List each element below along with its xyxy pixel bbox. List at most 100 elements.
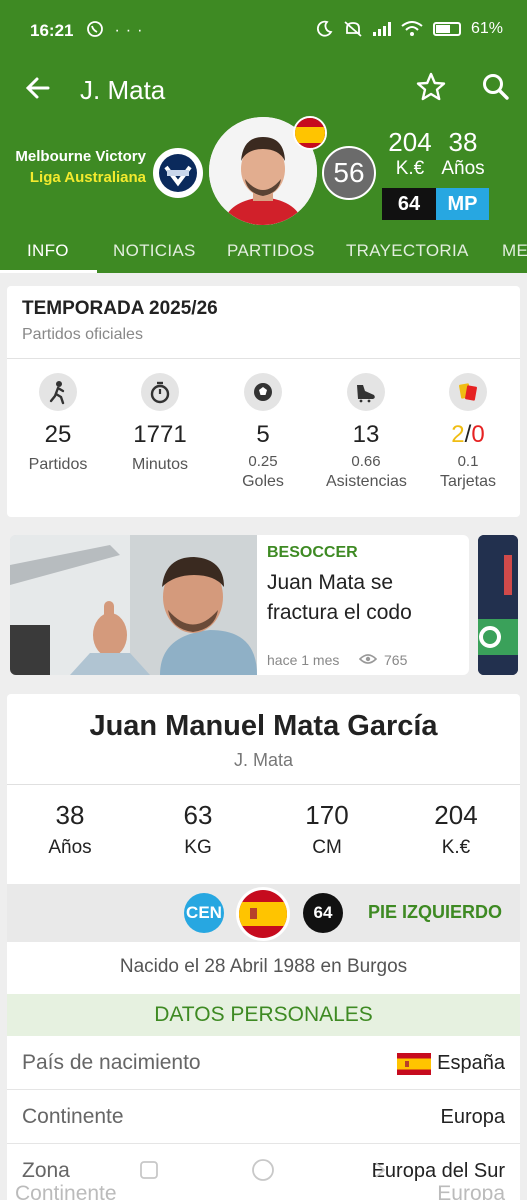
- profile-stat-weight: 63 KG: [143, 800, 253, 859]
- star-icon[interactable]: [415, 71, 447, 103]
- birth-info: Nacido el 28 Abril 1988 en Burgos: [119, 956, 408, 977]
- mute-icon: [344, 21, 362, 37]
- nationality-flag: [293, 116, 327, 150]
- battery-icon: [432, 22, 461, 36]
- profile-stat-value: 204 K.€: [401, 800, 511, 859]
- tab-noticias[interactable]: NOTICIAS: [113, 241, 196, 261]
- section-header-personal: DATOS PERSONALES: [7, 994, 520, 1036]
- row-key: Continente: [22, 1105, 124, 1128]
- next-news-image: [478, 535, 518, 675]
- system-icons: 61%: [315, 20, 503, 38]
- toolbar: J. Mata: [0, 62, 527, 118]
- club-name[interactable]: Melbourne Victory: [14, 148, 146, 165]
- boot-icon: [347, 373, 385, 411]
- news-photo: [10, 535, 257, 675]
- whatsapp-icon: [87, 21, 103, 37]
- news-views: 765: [384, 652, 408, 668]
- stat-goles: 5 0.25 Goles: [223, 373, 303, 494]
- season-subtitle: Partidos oficiales: [22, 326, 143, 343]
- divider: [7, 358, 520, 359]
- stat-average: 0.66: [351, 453, 381, 470]
- stat-value: 204: [434, 800, 478, 830]
- row-key: País de nacimiento: [22, 1051, 201, 1074]
- signal-icon: [372, 22, 391, 36]
- battery-level: 61%: [470, 20, 503, 37]
- red-cards: 0: [471, 421, 485, 448]
- nationality-flag: [236, 887, 290, 941]
- player-header: 16:21 ··· 61% J. Mata Melbourne Victory …: [0, 0, 527, 273]
- news-source: BESOCCER: [267, 544, 358, 561]
- season-title: TEMPORADA 2025/26: [22, 298, 218, 319]
- tab-info[interactable]: INFO: [27, 241, 69, 261]
- rating-badge: 56: [322, 146, 376, 200]
- divider: [7, 784, 520, 785]
- stat-value: 25: [44, 421, 72, 448]
- stopwatch-icon: [141, 373, 179, 411]
- stat-label: Años: [48, 837, 92, 858]
- status-time: 16:21: [30, 21, 74, 40]
- value-number: 204: [388, 127, 432, 157]
- full-name: Juan Manuel Mata García: [89, 710, 438, 742]
- profile-stat-age: 38 Años: [15, 800, 125, 859]
- age-unit: Años: [441, 158, 485, 179]
- ghost-row-value: Europa: [437, 1182, 505, 1200]
- stat-label: Goles: [242, 473, 284, 490]
- stat-value: 38: [55, 800, 85, 830]
- stat-label: K.€: [441, 837, 471, 858]
- row-value: Europa del Sur: [371, 1160, 505, 1182]
- spain-flag-icon: [397, 1053, 431, 1075]
- next-news-card[interactable]: [478, 535, 518, 675]
- ball-icon: [244, 373, 282, 411]
- stat-label: Minutos: [131, 456, 189, 473]
- league-name[interactable]: Liga Australiana: [14, 169, 146, 186]
- row-value: España: [437, 1052, 505, 1074]
- tab-trayectoria[interactable]: TRAYECTORIA: [346, 241, 469, 261]
- stat-label: Partidos: [28, 456, 88, 473]
- age-stat: 38 Años: [440, 127, 486, 180]
- profile-stat-height: 170 CM: [272, 800, 382, 859]
- back-arrow-icon[interactable]: [22, 72, 54, 104]
- page-title: J. Mata: [80, 75, 166, 105]
- news-image[interactable]: [10, 535, 257, 675]
- status-bar: 16:21 ··· 61%: [0, 0, 527, 62]
- stat-tarjetas: 2/0 0.1 Tarjetas: [428, 373, 508, 494]
- tab-partidos[interactable]: PARTIDOS: [227, 241, 315, 261]
- tab-bar: INFO NOTICIAS PARTIDOS TRAYECTORIA ME: [0, 232, 527, 273]
- position-row: CEN 64 PIE IZQUIERDO: [7, 884, 520, 942]
- media-badge: 64: [382, 188, 436, 220]
- yellow-cards: 2: [451, 421, 465, 448]
- season-stats-card[interactable]: TEMPORADA 2025/26 Partidos oficiales 25 …: [7, 286, 520, 517]
- club-crest[interactable]: [151, 146, 205, 200]
- preferred-foot: PIE IZQUIERDO: [368, 902, 503, 922]
- tab-more[interactable]: ME: [502, 241, 527, 261]
- row-key: Zona: [22, 1159, 70, 1182]
- tab-indicator: [0, 270, 97, 273]
- stat-label: Tarjetas: [439, 473, 497, 490]
- profile-card: Juan Manuel Mata García J. Mata 38 Años …: [7, 694, 520, 1200]
- stat-average: 0.1: [457, 453, 479, 470]
- row-value: Europa: [440, 1106, 506, 1128]
- value-stat: 204 K.€: [384, 127, 436, 180]
- stat-average: 0.25: [248, 453, 278, 470]
- player-icon: [39, 373, 77, 411]
- age-number: 38: [448, 127, 478, 157]
- position-code-badge: CEN: [184, 893, 224, 933]
- stat-value: 170: [305, 800, 349, 830]
- short-name: J. Mata: [233, 750, 294, 770]
- search-icon[interactable]: [480, 71, 512, 103]
- wifi-icon: [401, 21, 423, 36]
- stat-partidos: 25 Partidos: [18, 373, 98, 477]
- cards-value: 2/0: [428, 421, 508, 449]
- news-title[interactable]: Juan Mata se fractura el codo: [267, 568, 462, 628]
- news-card[interactable]: BESOCCER Juan Mata se fractura el codo h…: [10, 535, 469, 675]
- stat-value: 63: [183, 800, 213, 830]
- row-birth-country: País de nacimiento España: [7, 1037, 520, 1090]
- stat-minutos: 1771 Minutos: [120, 373, 200, 477]
- notification-icons: ···: [86, 20, 148, 40]
- club-block[interactable]: Melbourne Victory Liga Australiana: [14, 148, 146, 186]
- cards-icon: [449, 373, 487, 411]
- eye-icon: [359, 654, 377, 664]
- media-badge: 64: [303, 893, 343, 933]
- stat-label: Asistencias: [326, 473, 407, 490]
- more-dots-icon: ···: [114, 22, 149, 39]
